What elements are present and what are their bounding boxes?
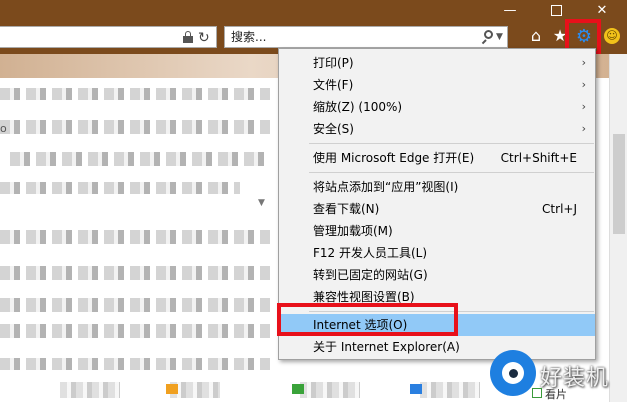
watermark-logo-icon <box>490 350 536 396</box>
blurred-text <box>10 152 265 166</box>
menu-separator <box>309 143 594 144</box>
page-chip <box>410 384 422 394</box>
chevron-right-icon: › <box>581 122 586 135</box>
page-chip <box>166 384 178 394</box>
search-icon[interactable] <box>481 30 493 45</box>
chevron-right-icon: › <box>581 78 586 91</box>
menu-item-downloads[interactable]: 查看下载(N) Ctrl+J <box>280 198 595 220</box>
blurred-text <box>0 120 270 134</box>
blurred-text <box>0 324 270 338</box>
blurred-text <box>420 382 480 398</box>
refresh-icon[interactable]: ↻ <box>198 27 210 49</box>
chevron-right-icon: › <box>581 56 586 69</box>
internet-options-callout-box <box>277 303 458 336</box>
page-scrollbar[interactable] <box>609 54 627 402</box>
chevron-down-icon[interactable]: ▼ <box>258 198 265 208</box>
video-icon <box>532 388 542 398</box>
blurred-text <box>0 266 270 280</box>
blurred-text <box>300 382 360 398</box>
blurred-text <box>0 182 240 194</box>
menu-item-zoom[interactable]: 缩放(Z) (100%) › <box>280 96 595 118</box>
chevron-down-icon[interactable]: ▼ <box>496 27 503 47</box>
page-fragment-text: o <box>0 122 7 135</box>
menu-item-add-ons[interactable]: 管理加载项(M) <box>280 220 595 242</box>
menu-item-about-ie[interactable]: 关于 Internet Explorer(A) <box>280 336 595 358</box>
minimize-button[interactable]: — <box>496 0 524 22</box>
menu-item-open-edge[interactable]: 使用 Microsoft Edge 打开(E) Ctrl+Shift+E <box>280 147 595 169</box>
menu-item-dev-tools[interactable]: F12 开发人员工具(L) <box>280 242 595 264</box>
menu-separator <box>309 172 594 173</box>
blurred-text <box>0 230 270 244</box>
bottom-label: 看片 <box>545 388 567 401</box>
scrollbar-thumb[interactable] <box>613 134 625 234</box>
menu-item-print[interactable]: 打印(P) › <box>280 52 595 74</box>
smiley-icon[interactable]: ☺ <box>604 28 620 44</box>
home-icon[interactable]: ⌂ <box>527 27 545 45</box>
menu-item-pinned-sites[interactable]: 转到已固定的网站(G) <box>280 264 595 286</box>
gear-icon[interactable]: ⚙ <box>575 28 593 46</box>
menu-item-add-to-apps[interactable]: 将站点添加到“应用”视图(I) <box>280 176 595 198</box>
search-box[interactable]: 搜索... ▼ <box>224 26 508 48</box>
chevron-right-icon: › <box>581 100 586 113</box>
blurred-text <box>0 88 270 100</box>
page-chip <box>292 384 304 394</box>
title-bar: — ✕ <box>0 0 627 22</box>
lock-icon[interactable] <box>183 31 193 43</box>
blurred-text <box>0 358 270 370</box>
blurred-text <box>0 298 270 312</box>
address-bar[interactable]: ↻ <box>0 26 217 48</box>
blurred-text <box>60 382 120 398</box>
maximize-icon <box>550 5 562 16</box>
menu-item-file[interactable]: 文件(F) › <box>280 74 595 96</box>
search-input[interactable]: 搜索... <box>231 27 266 47</box>
menu-item-safety[interactable]: 安全(S) › <box>280 118 595 140</box>
